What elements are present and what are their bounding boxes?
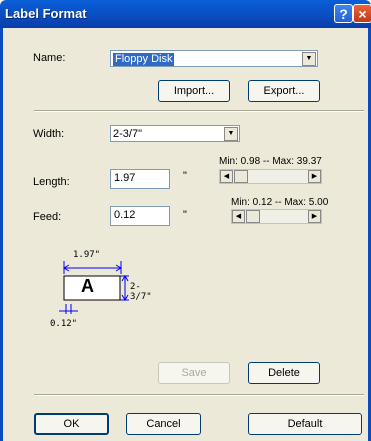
dialog-body: Name: Floppy Disk ▼ Import... Export... … (0, 28, 371, 441)
cancel-button[interactable]: Cancel (126, 413, 201, 435)
default-button[interactable]: Default (248, 413, 362, 435)
title-bar[interactable]: Label Format ? × (0, 0, 371, 28)
separator (34, 394, 364, 396)
close-button[interactable]: × (353, 4, 371, 23)
delete-button[interactable]: Delete (248, 362, 320, 384)
save-button[interactable]: Save (158, 362, 230, 384)
diagram-feed-text: 0.12" (50, 319, 78, 329)
label-format-dialog: Label Format ? × Name: Floppy Disk ▼ Imp… (0, 0, 371, 441)
window-title: Label Format (5, 6, 87, 21)
label-letter: A (81, 276, 94, 296)
help-button[interactable]: ? (334, 4, 353, 23)
diagram-width-text: 2-3/7" (130, 282, 152, 302)
ok-button[interactable]: OK (34, 413, 109, 435)
